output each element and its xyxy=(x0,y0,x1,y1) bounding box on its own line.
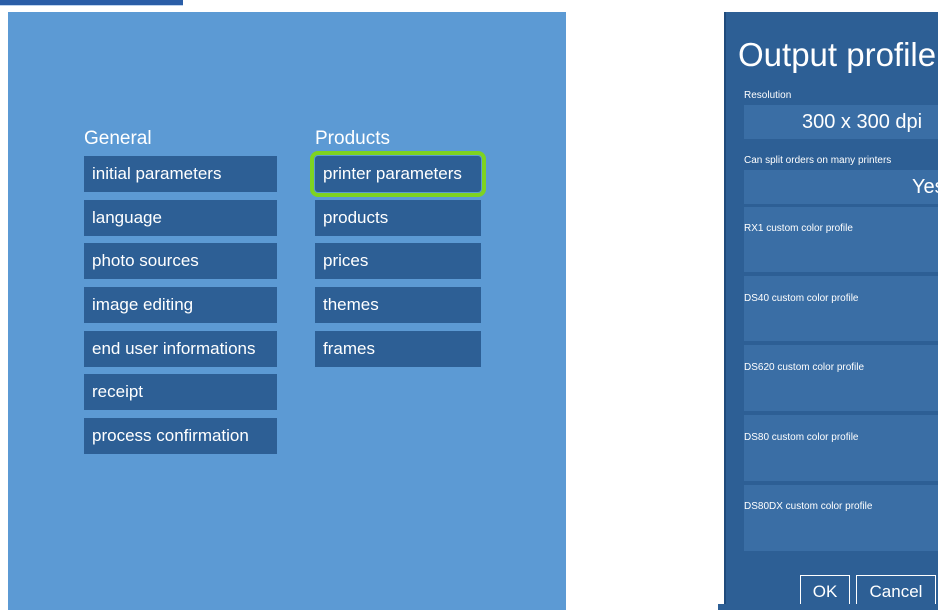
ds620-profile-field[interactable]: DS620 custom color profile xyxy=(744,345,938,411)
menu-frames[interactable]: frames xyxy=(315,331,481,367)
menu-end-user-informations[interactable]: end user informations xyxy=(84,331,277,367)
menu-initial-parameters[interactable]: initial parameters xyxy=(84,156,277,192)
products-heading: Products xyxy=(315,128,390,149)
dialog-title: Output profile xyxy=(738,36,937,73)
resolution-field[interactable]: 300 x 300 dpi xyxy=(744,105,938,139)
menu-process-confirmation[interactable]: process confirmation xyxy=(84,418,277,454)
ds80dx-profile-field[interactable]: DS80DX custom color profile xyxy=(744,485,938,551)
rx1-profile-field[interactable]: RX1 custom color profile xyxy=(744,207,938,272)
resolution-label: Resolution xyxy=(744,90,792,101)
menu-image-editing[interactable]: image editing xyxy=(84,287,277,323)
menu-prices[interactable]: prices xyxy=(315,243,481,279)
top-accent-bar xyxy=(0,0,183,6)
ds40-profile-field[interactable]: DS40 custom color profile xyxy=(744,276,938,341)
ds80dx-profile-label: DS80DX custom color profile xyxy=(744,501,873,512)
menu-products[interactable]: products xyxy=(315,200,481,236)
general-heading: General xyxy=(84,128,152,149)
split-orders-field[interactable]: Yes xyxy=(744,170,938,204)
ds620-profile-label: DS620 custom color profile xyxy=(744,362,865,373)
dialog-bottom-edge xyxy=(718,604,938,610)
ds80-profile-label: DS80 custom color profile xyxy=(744,432,859,443)
ds80-profile-field[interactable]: DS80 custom color profile xyxy=(744,415,938,481)
menu-language[interactable]: language xyxy=(84,200,277,236)
rx1-profile-label: RX1 custom color profile xyxy=(744,223,853,234)
menu-printer-parameters[interactable]: printer parameters xyxy=(310,151,486,197)
ds40-profile-label: DS40 custom color profile xyxy=(744,293,859,304)
split-orders-label: Can split orders on many printers xyxy=(744,155,892,166)
menu-receipt[interactable]: receipt xyxy=(84,374,277,410)
output-profile-dialog: Output profile Resolution 300 x 300 dpi … xyxy=(724,12,938,610)
settings-panel: General Products initial parameters lang… xyxy=(8,12,566,610)
menu-themes[interactable]: themes xyxy=(315,287,481,323)
menu-photo-sources[interactable]: photo sources xyxy=(84,243,277,279)
